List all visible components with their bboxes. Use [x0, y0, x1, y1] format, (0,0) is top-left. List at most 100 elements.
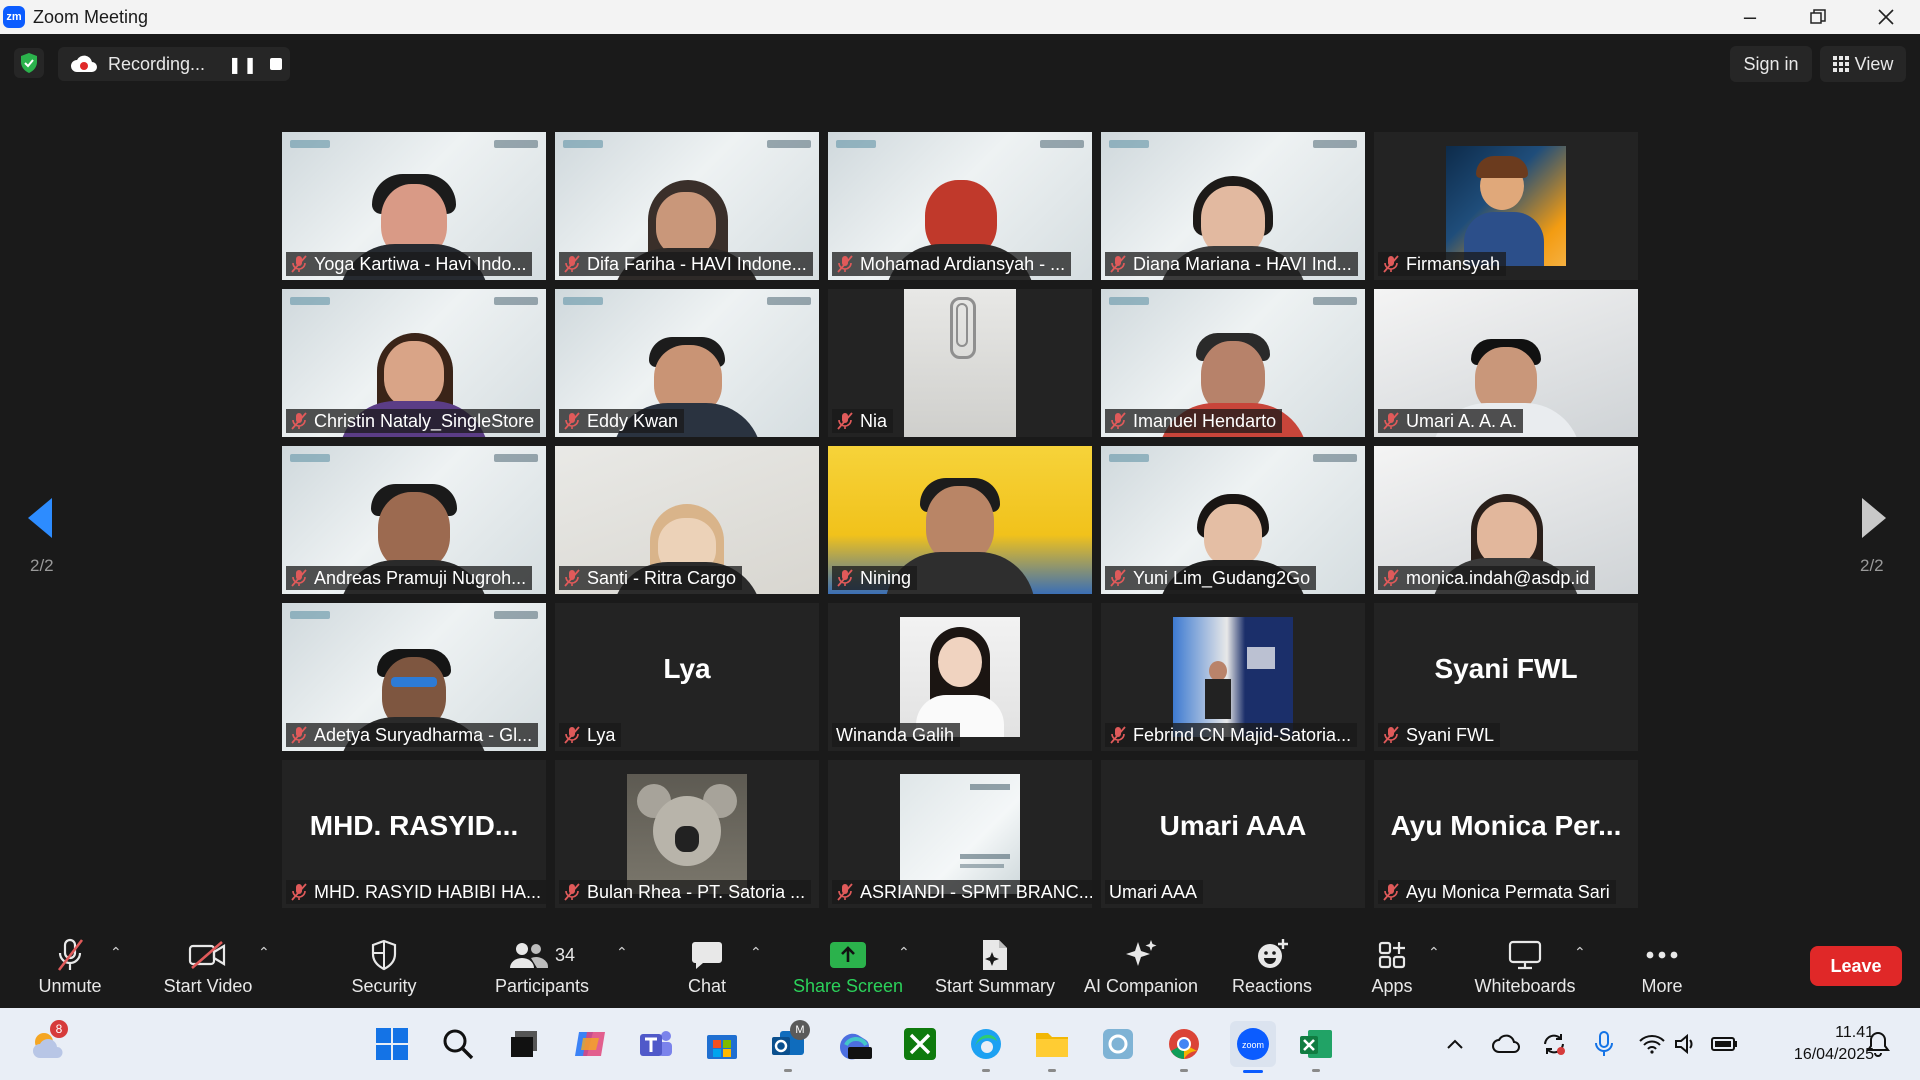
m365-app[interactable] [834, 1024, 874, 1064]
participant-name-label: Adetya Suryadharma - Gl... [286, 723, 539, 747]
start-summary-button[interactable]: Start Summary [932, 938, 1058, 1004]
pause-recording-button[interactable]: ❚❚ [228, 55, 259, 75]
security-button[interactable]: Security [346, 938, 422, 1004]
reactions-button[interactable]: Reactions [1228, 938, 1316, 1004]
view-button[interactable]: View [1820, 46, 1906, 82]
participant-name: Santi - Ritra Cargo [587, 567, 737, 588]
participant-name: Nining [860, 567, 912, 588]
participant-tile[interactable]: Yoga Kartiwa - Havi Indo... [282, 132, 546, 280]
sync-tray[interactable] [1538, 1024, 1570, 1064]
weather-widget[interactable]: 8 [28, 1020, 68, 1064]
apps-options-caret[interactable]: ⌃ [1428, 944, 1440, 961]
chrome-browser[interactable] [1164, 1024, 1204, 1072]
participants-options-caret[interactable]: ⌃ [616, 944, 628, 961]
participant-tile[interactable]: Ayu Monica Per... Ayu Monica Permata Sar… [1374, 760, 1638, 908]
microphone-tray[interactable] [1588, 1024, 1620, 1064]
audio-options-caret[interactable]: ⌃ [110, 944, 122, 961]
participant-name: Umari A. A. A. [1406, 410, 1518, 431]
participant-tile[interactable]: Adetya Suryadharma - Gl... [282, 603, 546, 751]
muted-mic-icon [564, 255, 580, 273]
participant-tile[interactable]: Santi - Ritra Cargo [555, 446, 819, 594]
participant-tile[interactable]: Firmansyah [1374, 132, 1638, 280]
minimize-button[interactable]: – [1716, 0, 1784, 34]
more-button[interactable]: More [1636, 938, 1688, 1004]
file-explorer[interactable] [1032, 1024, 1072, 1072]
participant-tile[interactable]: MHD. RASYID... MHD. RASYID HABIBI HA... [282, 760, 546, 908]
microsoft-store-app[interactable] [702, 1024, 742, 1064]
battery-tray[interactable] [1708, 1024, 1740, 1064]
participant-name-label: Lya [559, 723, 622, 747]
system-clock[interactable]: 11.41 16/04/2025 [1750, 1022, 1874, 1066]
edge-browser[interactable] [966, 1024, 1006, 1072]
remote-app[interactable] [1098, 1024, 1138, 1064]
start-video-button[interactable]: Start Video [156, 938, 260, 1004]
participant-tile[interactable]: Mohamad Ardiansyah - ... [828, 132, 1092, 280]
participant-tile[interactable]: Umari AAA Umari AAA [1101, 760, 1365, 908]
volume-tray[interactable] [1670, 1024, 1702, 1064]
whiteboards-button[interactable]: Whiteboards [1470, 938, 1580, 1004]
chat-button[interactable]: Chat [682, 938, 732, 1004]
share-options-caret[interactable]: ⌃ [898, 944, 910, 961]
participant-tile[interactable]: Umari A. A. A. [1374, 289, 1638, 437]
outlook-app[interactable]: M [768, 1020, 810, 1072]
participant-name: monica.indah@asdp.id [1406, 567, 1590, 588]
speaker-icon [1675, 1033, 1693, 1055]
participants-icon [509, 943, 549, 968]
teams-app[interactable] [636, 1024, 676, 1064]
share-screen-button[interactable]: Share Screen [790, 938, 906, 1004]
leave-button[interactable]: Leave [1810, 946, 1902, 986]
video-options-caret[interactable]: ⌃ [258, 944, 270, 961]
more-dots-icon [1646, 951, 1678, 959]
participant-name-label: Winanda Galih [832, 723, 961, 747]
chat-options-caret[interactable]: ⌃ [750, 944, 762, 961]
xbox-app[interactable] [900, 1024, 940, 1064]
encryption-shield-button[interactable] [14, 48, 44, 78]
participant-tile[interactable]: Difa Fariha - HAVI Indone... [555, 132, 819, 280]
sync-icon [1544, 1034, 1565, 1055]
search-button[interactable] [438, 1024, 478, 1064]
wifi-tray[interactable] [1636, 1024, 1668, 1064]
copilot-app[interactable] [570, 1024, 610, 1064]
window-controls: – [1716, 0, 1920, 34]
participant-tile[interactable]: ASRIANDI - SPMT BRANC... [828, 760, 1092, 908]
stop-recording-button[interactable] [270, 58, 282, 70]
restore-button[interactable] [1784, 0, 1852, 34]
sign-in-button[interactable]: Sign in [1730, 46, 1812, 82]
participant-tile[interactable]: Lya Lya [555, 603, 819, 751]
participant-tile[interactable]: Febrind CN Majid-Satoria... [1101, 603, 1365, 751]
participant-tile[interactable]: Andreas Pramuji Nugroh... [282, 446, 546, 594]
view-label: View [1854, 53, 1894, 74]
participant-tile[interactable]: Imanuel Hendarto [1101, 289, 1365, 437]
participant-tile[interactable]: monica.indah@asdp.id [1374, 446, 1638, 594]
excel-app[interactable] [1296, 1024, 1336, 1072]
outlook-badge: M [790, 1020, 810, 1040]
start-button[interactable] [372, 1024, 412, 1064]
cloud-icon [1492, 1034, 1520, 1053]
apps-button[interactable]: Apps [1370, 938, 1414, 1004]
unmute-button[interactable]: Unmute [28, 938, 112, 1004]
ai-companion-button[interactable]: AI Companion [1082, 938, 1200, 1004]
participant-tile[interactable]: Diana Mariana - HAVI Ind... [1101, 132, 1365, 280]
participant-tile[interactable]: Christin Nataly_SingleStore [282, 289, 546, 437]
participant-tile[interactable]: Syani FWL Syani FWL [1374, 603, 1638, 751]
previous-page-button[interactable] [26, 496, 54, 545]
shield-icon [371, 939, 397, 971]
next-page-button[interactable] [1860, 496, 1888, 545]
notifications-button[interactable] [1862, 1024, 1894, 1064]
close-window-button[interactable] [1852, 0, 1920, 34]
whiteboards-options-caret[interactable]: ⌃ [1574, 944, 1586, 961]
participant-tile[interactable]: Nining [828, 446, 1092, 594]
participants-button[interactable]: 34 Participants [490, 938, 594, 1004]
participant-tile[interactable]: Eddy Kwan [555, 289, 819, 437]
participant-tile[interactable]: Nia [828, 289, 1092, 437]
zoom-app[interactable]: zoom [1230, 1021, 1276, 1073]
participant-name-label: MHD. RASYID HABIBI HA... [286, 880, 546, 904]
show-hidden-icons-button[interactable] [1440, 1024, 1470, 1064]
participant-tile[interactable]: Yuni Lim_Gudang2Go [1101, 446, 1365, 594]
participant-tile[interactable]: Bulan Rhea - PT. Satoria ... [555, 760, 819, 908]
task-view-button[interactable] [504, 1024, 544, 1064]
clock-date: 16/04/2025 [1793, 1046, 1874, 1063]
participant-tile[interactable]: Winanda Galih [828, 603, 1092, 751]
edge-icon [971, 1029, 1001, 1059]
onedrive-tray[interactable] [1490, 1024, 1522, 1064]
